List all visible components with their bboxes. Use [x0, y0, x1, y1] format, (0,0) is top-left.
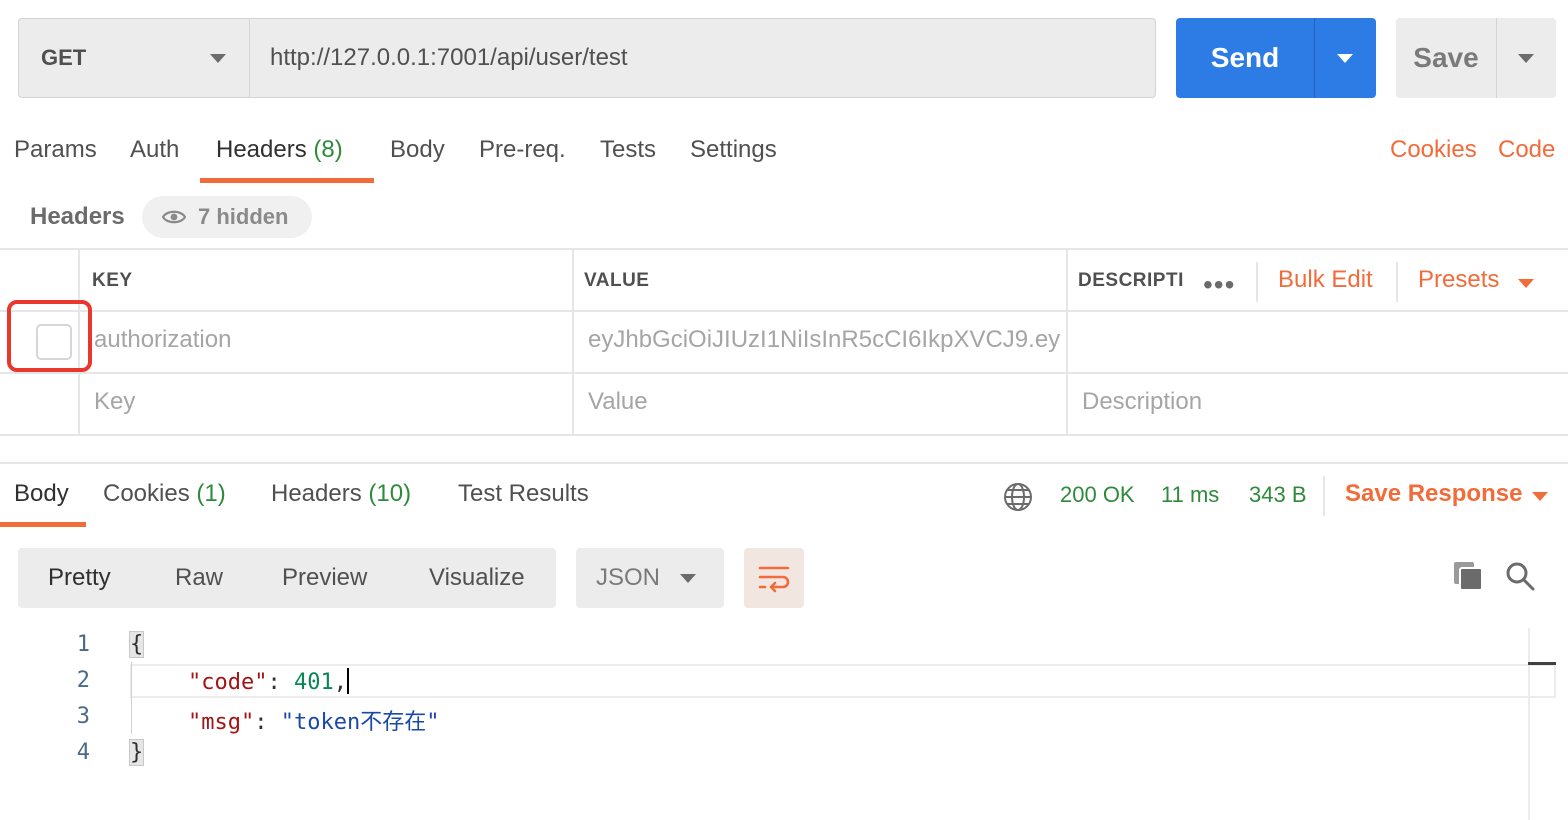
headers-section-title: Headers — [30, 203, 125, 230]
tab-tests[interactable]: Tests — [600, 136, 656, 164]
save-button[interactable]: Save — [1396, 18, 1496, 98]
header-key-cell[interactable]: authorization — [94, 326, 564, 354]
response-tab-body[interactable]: Body — [14, 480, 69, 508]
column-header-key: KEY — [92, 270, 133, 291]
divider — [572, 248, 574, 436]
tab-body[interactable]: Body — [390, 136, 445, 164]
json-number: 401 — [293, 670, 334, 695]
json-string: "token不存在" — [280, 710, 440, 735]
highlight-annotation — [7, 300, 92, 372]
line-number: 1 — [76, 632, 90, 657]
view-raw[interactable]: Raw — [175, 564, 223, 592]
tab-params[interactable]: Params — [14, 136, 97, 164]
code-link[interactable]: Code — [1498, 136, 1555, 164]
header-value-cell[interactable]: eyJhbGciOiJIUzI1NiIsInR5cCI6IkpXVCJ9.ey.… — [588, 326, 1060, 354]
method-select[interactable]: GET — [18, 18, 250, 98]
response-tab-test-results[interactable]: Test Results — [458, 480, 589, 508]
send-button[interactable]: Send — [1176, 18, 1314, 98]
new-description-input[interactable]: Description — [1082, 388, 1202, 416]
wrap-lines-icon — [758, 566, 790, 593]
response-size[interactable]: 343 B — [1249, 482, 1307, 508]
column-header-value: VALUE — [584, 270, 650, 291]
divider — [0, 372, 1568, 374]
chevron-down-icon — [1518, 279, 1534, 288]
chevron-down-icon — [680, 574, 696, 583]
response-tab-headers[interactable]: Headers (10) — [271, 480, 411, 508]
view-visualize[interactable]: Visualize — [429, 564, 525, 592]
scrollbar-thumb[interactable] — [1528, 662, 1556, 665]
response-tab-headers-count: (10) — [368, 480, 412, 507]
divider — [0, 248, 1568, 250]
response-time[interactable]: 11 ms — [1161, 482, 1219, 508]
divider — [1256, 262, 1258, 302]
tab-prereq[interactable]: Pre-req. — [479, 136, 566, 164]
status-code[interactable]: 200 OK — [1060, 482, 1135, 508]
code-line-4[interactable]: } — [128, 739, 145, 766]
response-tab-cookies[interactable]: Cookies (1) — [103, 480, 226, 508]
scrollbar[interactable] — [1528, 628, 1530, 820]
line-number: 4 — [76, 740, 90, 765]
divider — [0, 462, 1568, 464]
tab-settings[interactable]: Settings — [690, 136, 777, 164]
json-key: "msg" — [188, 710, 255, 735]
view-preview[interactable]: Preview — [282, 564, 367, 592]
json-brace: } — [128, 739, 145, 766]
tab-headers[interactable]: Headers (8) — [216, 136, 343, 164]
cookies-link[interactable]: Cookies — [1390, 136, 1477, 164]
chevron-down-icon — [1337, 54, 1353, 63]
json-key: "code" — [188, 670, 268, 695]
chevron-down-icon — [210, 54, 226, 63]
view-pretty[interactable]: Pretty — [48, 564, 111, 592]
divider — [0, 434, 1568, 436]
tab-headers-label: Headers — [216, 136, 307, 163]
code-line-1[interactable]: { — [128, 631, 145, 658]
tab-auth[interactable]: Auth — [130, 136, 179, 164]
line-number: 3 — [76, 704, 90, 729]
indent-guide — [131, 662, 132, 734]
divider — [1066, 248, 1068, 436]
code-line-2[interactable]: "code": 401, — [188, 668, 349, 695]
active-tab-indicator — [200, 178, 374, 183]
column-header-description: DESCRIPTI — [1078, 270, 1184, 291]
divider — [1323, 476, 1325, 516]
copy-icon[interactable] — [1452, 560, 1484, 597]
eye-icon — [162, 209, 186, 225]
response-tab-headers-label: Headers — [271, 480, 362, 507]
new-key-input[interactable]: Key — [94, 388, 135, 416]
url-input[interactable]: http://127.0.0.1:7001/api/user/test — [249, 18, 1156, 98]
more-options-icon[interactable]: ••• — [1203, 269, 1235, 301]
send-options-button[interactable] — [1314, 18, 1376, 98]
hidden-headers-toggle[interactable]: 7 hidden — [142, 196, 312, 238]
format-label: JSON — [596, 564, 661, 591]
code-line-3[interactable]: "msg": "token不存在" — [188, 704, 439, 736]
globe-icon[interactable] — [1002, 481, 1034, 518]
divider — [0, 310, 1568, 312]
response-tab-cookies-count: (1) — [196, 480, 226, 507]
response-tab-cookies-label: Cookies — [103, 480, 190, 507]
search-icon[interactable] — [1504, 560, 1536, 597]
json-brace: { — [128, 631, 145, 658]
new-value-input[interactable]: Value — [588, 388, 648, 416]
hidden-count-label: 7 hidden — [198, 204, 289, 229]
line-number: 2 — [76, 668, 90, 693]
tab-headers-count: (8) — [313, 136, 343, 163]
active-tab-indicator — [0, 522, 86, 527]
save-options-button[interactable] — [1496, 18, 1556, 98]
divider — [1396, 262, 1398, 302]
save-response-button[interactable]: Save Response — [1345, 480, 1522, 508]
presets-dropdown[interactable]: Presets — [1418, 266, 1499, 294]
wrap-lines-button[interactable] — [744, 548, 804, 608]
chevron-down-icon — [1518, 54, 1534, 63]
chevron-down-icon — [1532, 492, 1548, 501]
method-label: GET — [41, 45, 87, 70]
text-cursor — [346, 668, 349, 694]
bulk-edit-link[interactable]: Bulk Edit — [1278, 266, 1373, 294]
